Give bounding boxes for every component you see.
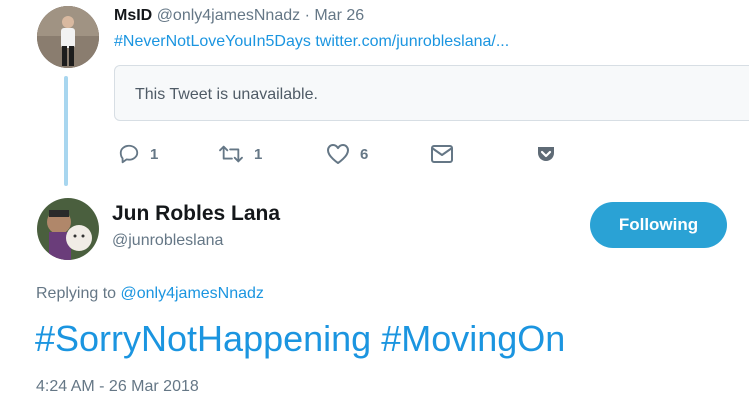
thread-connector-line xyxy=(64,76,68,186)
message-icon xyxy=(431,145,453,163)
retweet-action[interactable]: 1 xyxy=(218,143,262,165)
following-button[interactable]: Following xyxy=(590,202,727,248)
quoted-tweet-card[interactable]: This Tweet is unavailable. xyxy=(114,65,749,121)
reply-icon xyxy=(119,144,139,164)
direct-message-action[interactable] xyxy=(430,144,454,164)
reply-date[interactable]: Mar 26 xyxy=(314,7,364,24)
like-count: 6 xyxy=(360,145,369,163)
main-author-name[interactable]: Jun Robles Lana xyxy=(112,202,280,226)
replying-to-label: Replying to xyxy=(36,285,117,302)
tweet-url-link[interactable]: twitter.com/junrobleslana/... xyxy=(315,33,509,50)
unavailable-message: This Tweet is unavailable. xyxy=(135,86,318,103)
replying-to-line: Replying to @only4jamesNnadz xyxy=(36,285,264,303)
main-author-handle[interactable]: @junrobleslana xyxy=(112,232,223,250)
reply-count: 1 xyxy=(150,145,159,163)
reply-tweet-text: #NeverNotLoveYouIn5Days twitter.com/junr… xyxy=(114,33,509,51)
heart-icon xyxy=(327,144,349,164)
retweet-icon xyxy=(219,145,243,163)
hashtag-link[interactable]: #NeverNotLoveYouIn5Days xyxy=(114,33,311,50)
header-separator: · xyxy=(304,7,310,24)
reply-author-handle[interactable]: @only4jamesNnadz xyxy=(157,7,300,24)
jun-robles-lana-avatar[interactable] xyxy=(37,198,99,260)
msid-avatar[interactable] xyxy=(37,6,99,68)
jun-avatar-image xyxy=(37,198,99,260)
tweet-timestamp[interactable]: 4:24 AM - 26 Mar 2018 xyxy=(36,378,199,396)
like-action[interactable]: 6 xyxy=(326,143,368,165)
pocket-icon xyxy=(538,147,554,161)
reply-tweet-header: MsID @only4jamesNnadz · Mar 26 xyxy=(114,7,364,25)
reply-author-name[interactable]: MsID xyxy=(114,7,152,24)
replying-to-handle-link[interactable]: @only4jamesNnadz xyxy=(121,285,264,302)
msid-avatar-image xyxy=(37,6,99,68)
save-to-pocket-action[interactable] xyxy=(536,144,556,164)
reply-action[interactable]: 1 xyxy=(118,143,158,165)
retweet-count: 1 xyxy=(254,145,263,163)
main-tweet-text[interactable]: #SorryNotHappening #MovingOn xyxy=(35,318,565,360)
